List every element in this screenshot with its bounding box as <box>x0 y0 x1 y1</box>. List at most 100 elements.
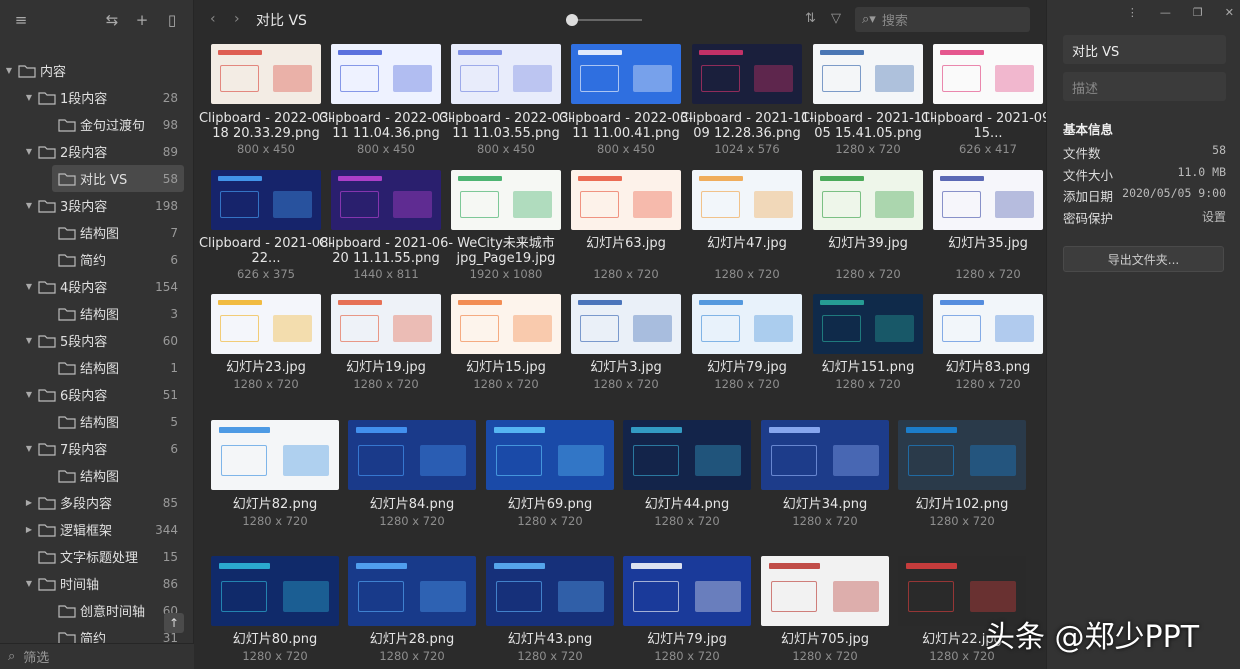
sidebar-item-folder[interactable]: 结构图 3 <box>0 300 194 327</box>
slider-handle[interactable] <box>566 14 578 26</box>
chevron-down-icon[interactable]: ▼ <box>24 93 34 102</box>
sidebar-filter[interactable]: ⌕ 筛选 <box>0 643 194 669</box>
chevron-right-icon[interactable]: ▶ <box>24 525 34 534</box>
thumbnail-image[interactable] <box>571 170 681 230</box>
thumbnail-block <box>753 191 794 218</box>
filter-input[interactable]: 筛选 <box>23 647 49 666</box>
sidebar-item-folder[interactable]: 结构图 1 <box>0 354 194 381</box>
sidebar-item-folder[interactable]: 对比 VS 58 <box>0 165 194 192</box>
thumbnail-image[interactable] <box>623 420 751 490</box>
description-field[interactable]: 描述 <box>1063 72 1226 101</box>
password-set-link[interactable]: 设置 <box>1202 208 1226 227</box>
thumbnail-image[interactable] <box>692 294 802 354</box>
thumbnail-image[interactable] <box>692 170 802 230</box>
thumbnail-filename: 幻灯片83.png <box>945 360 1031 375</box>
sidebar-item-label: 逻辑框架 <box>60 524 113 539</box>
sidebar-item-folder[interactable]: 结构图 5 <box>0 408 194 435</box>
sidebar-item-folder[interactable]: 结构图 <box>0 462 194 489</box>
chevron-down-icon[interactable]: ▼ <box>4 66 14 75</box>
sidebar-item-folder[interactable]: ▼ 时间轴 86 <box>0 570 194 597</box>
thumbnail-image[interactable] <box>933 170 1043 230</box>
thumbnail-image[interactable] <box>761 420 889 490</box>
sidebar-item-folder[interactable]: ▼ 6段内容 51 <box>0 381 194 408</box>
sidebar-item-folder[interactable]: 结构图 7 <box>0 219 194 246</box>
thumbnail-image[interactable] <box>623 556 751 626</box>
thumbnail-image[interactable] <box>486 420 614 490</box>
pin-icon[interactable]: ⋮ <box>1127 6 1138 19</box>
export-folder-button[interactable]: 导出文件夹... <box>1063 246 1224 272</box>
sidebar-item-folder[interactable]: ▼ 内容 <box>0 57 194 84</box>
thumbnail-image[interactable] <box>813 170 923 230</box>
thumbnail-image[interactable] <box>331 44 441 104</box>
thumbnail-block <box>419 444 466 476</box>
sidebar-item-folder[interactable]: ▼ 4段内容 154 <box>0 273 194 300</box>
sidebar-item-folder[interactable]: ▼ 5段内容 60 <box>0 327 194 354</box>
thumbnail-image[interactable] <box>211 420 339 490</box>
chevron-down-icon[interactable]: ▼ <box>24 147 34 156</box>
thumbnail-title-bar <box>577 176 622 181</box>
info-key: 文件数 <box>1063 146 1101 161</box>
thumbnail-image[interactable] <box>348 556 476 626</box>
sidebar-item-folder[interactable]: 金句过渡句 98 <box>0 111 194 138</box>
thumbnail-block <box>557 444 604 476</box>
minimize-icon[interactable]: — <box>1160 6 1171 19</box>
chevron-down-icon[interactable]: ▼ <box>24 444 34 453</box>
sort-icon[interactable]: ⇅ <box>805 11 816 26</box>
chevron-down-icon[interactable]: ▼ <box>24 336 34 345</box>
filter-icon[interactable]: ▽ <box>831 11 841 26</box>
folder-icon <box>38 496 56 510</box>
thumbnail-image[interactable] <box>451 170 561 230</box>
thumbnail-image[interactable] <box>571 44 681 104</box>
sidebar-item-folder[interactable]: ▼ 3段内容 198 <box>0 192 194 219</box>
thumbnail-size-slider[interactable] <box>574 19 642 21</box>
forward-icon[interactable]: › <box>234 11 240 27</box>
sidebar-item-folder[interactable]: ▼ 7段内容 6 <box>0 435 194 462</box>
thumbnail-image[interactable] <box>331 294 441 354</box>
sidebar-item-folder[interactable]: ▶ 逻辑框架 344 <box>0 516 194 543</box>
thumbnail-image[interactable] <box>486 556 614 626</box>
thumbnail-image[interactable] <box>813 44 923 104</box>
back-icon[interactable]: ‹ <box>210 11 216 27</box>
thumbnail-image[interactable] <box>761 556 889 626</box>
folder-name-field[interactable]: 对比 VS <box>1063 35 1226 64</box>
thumbnail-image[interactable] <box>933 294 1043 354</box>
panel-toggle-icon[interactable]: ▯ <box>161 11 183 29</box>
chevron-down-icon[interactable]: ▼ <box>24 579 34 588</box>
sidebar-item-folder[interactable]: 简约 6 <box>0 246 194 273</box>
thumbnail-image[interactable] <box>451 44 561 104</box>
sidebar-item-folder[interactable]: 文字标题处理 15 <box>0 543 194 570</box>
thumbnail-image[interactable] <box>211 294 321 354</box>
info-row: 添加日期 2020/05/05 9:00 <box>1063 186 1226 205</box>
sidebar-item-folder[interactable]: ▶ 多段内容 85 <box>0 489 194 516</box>
thumbnail-title-bar <box>217 50 262 55</box>
sidebar-item-folder[interactable]: ▼ 2段内容 89 <box>0 138 194 165</box>
sync-icon[interactable]: ⇆ <box>101 11 123 29</box>
chevron-right-icon[interactable]: ▶ <box>24 498 34 507</box>
thumbnail-block <box>633 580 680 612</box>
folder-icon <box>58 604 76 618</box>
scroll-to-top-button[interactable]: ↑ <box>164 613 184 633</box>
sidebar-item-label: 1段内容 <box>60 92 108 107</box>
thumbnail-image[interactable] <box>451 294 561 354</box>
thumbnail-image[interactable] <box>898 420 1026 490</box>
thumbnail-image[interactable] <box>331 170 441 230</box>
chevron-down-icon[interactable]: ▼ <box>24 201 34 210</box>
sidebar-item-folder[interactable]: ▼ 1段内容 28 <box>0 84 194 111</box>
search-input[interactable]: ⌕▾ 搜索 <box>855 7 1030 32</box>
thumbnail-image[interactable] <box>933 44 1043 104</box>
thumbnail-image[interactable] <box>348 420 476 490</box>
thumbnail-block <box>282 580 329 612</box>
chevron-down-icon[interactable]: ▼ <box>24 390 34 399</box>
thumbnail-image[interactable] <box>211 556 339 626</box>
add-icon[interactable]: + <box>131 11 153 29</box>
chevron-down-icon[interactable]: ▼ <box>24 282 34 291</box>
close-icon[interactable]: ✕ <box>1225 6 1234 19</box>
thumbnail-image[interactable] <box>571 294 681 354</box>
maximize-icon[interactable]: ❐ <box>1193 6 1203 19</box>
thumbnail-image[interactable] <box>692 44 802 104</box>
thumbnail-image[interactable] <box>813 294 923 354</box>
thumbnail-block <box>874 65 915 92</box>
menu-icon[interactable]: ≡ <box>10 11 32 29</box>
thumbnail-image[interactable] <box>211 44 321 104</box>
thumbnail-image[interactable] <box>211 170 321 230</box>
